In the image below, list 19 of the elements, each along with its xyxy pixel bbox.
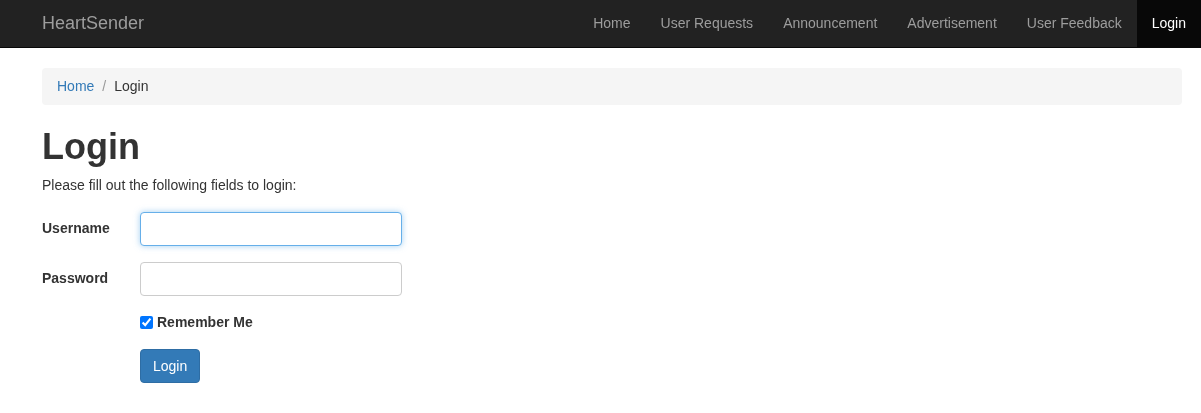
input-field[interactable] [140,211,402,246]
nav-link[interactable]: Announcement [768,0,893,48]
field-label: Username [42,219,111,239]
intro-text: Please fill out the following fields to login: [42,175,298,195]
checkbox-label: Remember Me [157,312,253,332]
input-field[interactable] [140,261,402,296]
breadcrumb-separator: / [101,77,108,96]
brand-logo-text[interactable]: HeartSender [42,10,145,37]
breadcrumb-current: Login [114,77,149,96]
page-heading: Login [42,127,141,167]
breadcrumb-link[interactable]: Home [57,76,95,97]
nav-link[interactable]: User Feedback [1011,0,1137,48]
field-label: Password [42,269,110,289]
login-button[interactable]: Login [140,348,201,383]
remember-checkbox[interactable] [140,315,153,329]
nav-link[interactable]: User Requests [645,0,769,48]
nav-link[interactable]: Home [578,0,646,48]
nav-link[interactable]: Login [1136,0,1201,48]
nav-link[interactable]: Advertisement [892,0,1012,48]
